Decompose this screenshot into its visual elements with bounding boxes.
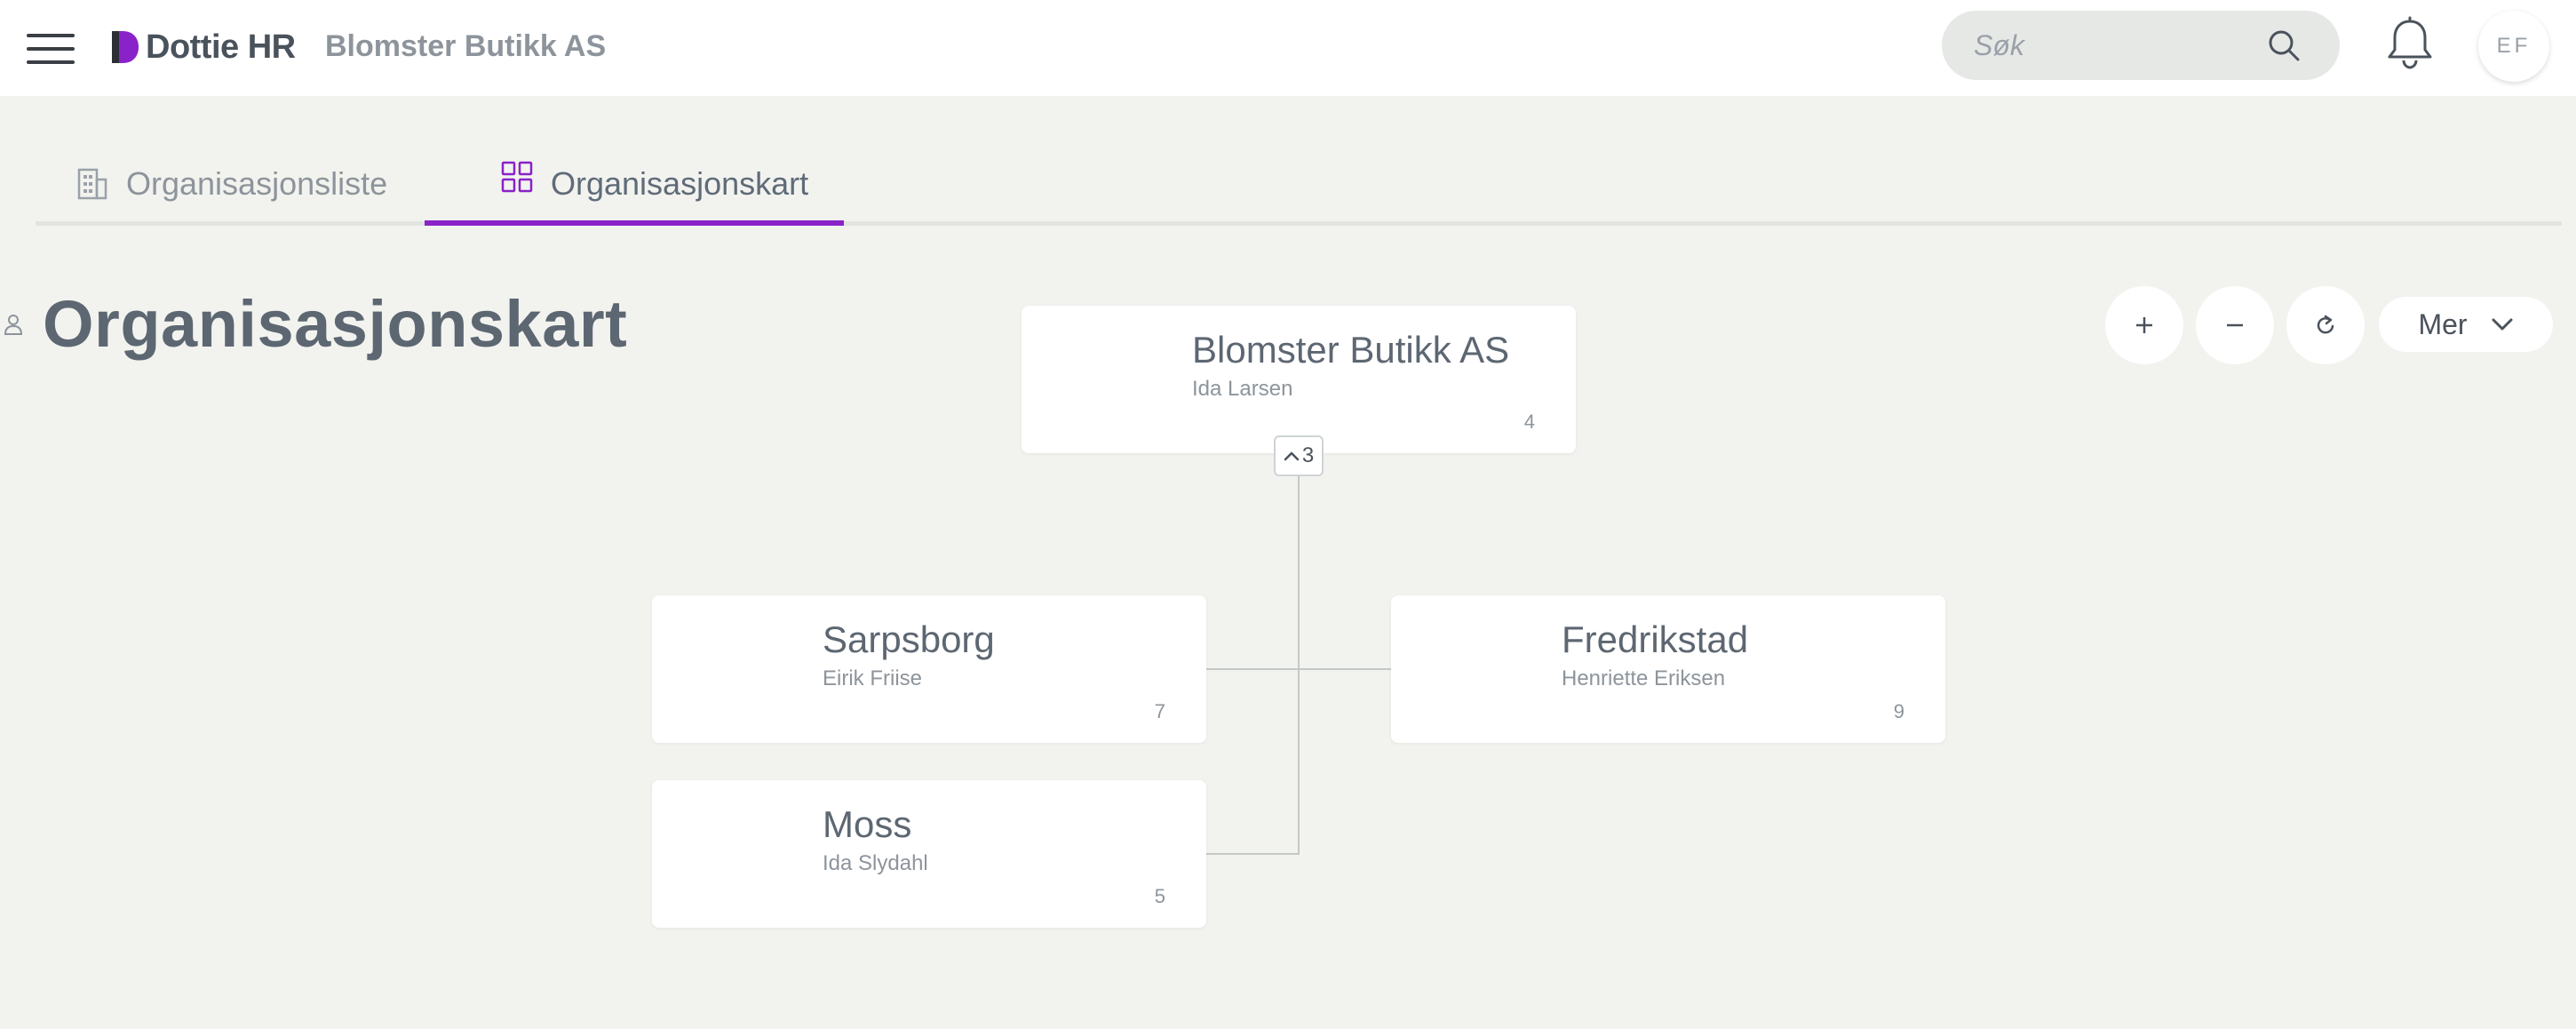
search-icon[interactable] — [2267, 28, 2301, 62]
tab-bar: Organisasjonsliste Organisasjonskart — [36, 142, 2562, 226]
dottie-logo-icon — [112, 31, 139, 63]
active-tab-indicator — [425, 220, 844, 226]
menu-icon[interactable] — [27, 32, 75, 66]
chevron-down-icon — [2492, 318, 2513, 331]
tab-bar-divider — [36, 221, 2562, 226]
node-name: Blomster Butikk AS — [1192, 329, 1510, 371]
node-name: Moss — [823, 803, 912, 845]
org-node-fredrikstad[interactable]: Fredrikstad Henriette Eriksen 9 — [1391, 595, 1945, 743]
search-input[interactable] — [1974, 28, 2267, 62]
node-manager: Ida Slydahl — [823, 851, 928, 875]
node-name: Fredrikstad — [1562, 618, 1749, 660]
page-title: Organisasjonskart — [43, 287, 628, 361]
user-avatar[interactable]: EF — [2478, 11, 2549, 82]
node-employee-count: 4 — [1523, 411, 1535, 433]
org-node-moss[interactable]: Moss Ida Slydahl 5 — [652, 780, 1206, 928]
zoom-out-button[interactable] — [2196, 286, 2274, 364]
chevron-up-icon — [1284, 451, 1300, 461]
node-employee-count: 5 — [1154, 885, 1165, 907]
node-name: Sarpsborg — [823, 618, 995, 660]
node-manager: Eirik Friise — [823, 666, 922, 690]
collapse-children-button[interactable]: 3 — [1274, 435, 1324, 476]
grid-icon — [501, 161, 533, 193]
company-name: Blomster Butikk AS — [325, 29, 607, 63]
tab-label: Organisasjonsliste — [126, 165, 388, 202]
children-count: 3 — [1301, 443, 1315, 467]
zoom-in-button[interactable] — [2105, 286, 2183, 364]
node-manager: Henriette Eriksen — [1562, 666, 1726, 690]
tab-organisasjonsliste[interactable]: Organisasjonsliste — [76, 142, 387, 226]
top-bar: Dottie HR Blomster Butikk AS EF — [0, 0, 2576, 96]
org-node-root[interactable]: Blomster Butikk AS Ida Larsen 4 — [1022, 306, 1576, 453]
minus-icon — [2227, 323, 2243, 327]
plus-icon — [2136, 317, 2152, 333]
org-node-sarpsborg[interactable]: Sarpsborg Eirik Friise 7 — [652, 595, 1206, 743]
more-label: Mer — [2418, 307, 2468, 340]
tab-organisasjonskart[interactable]: Organisasjonskart — [425, 142, 844, 226]
brand-name: Dottie HR — [146, 28, 296, 66]
logo[interactable]: Dottie HR — [110, 27, 296, 68]
tab-label: Organisasjonskart — [551, 165, 809, 202]
node-manager: Ida Larsen — [1192, 377, 1293, 401]
person-icon — [4, 315, 23, 335]
node-employee-count: 9 — [1893, 700, 1904, 722]
reset-view-button[interactable] — [2286, 286, 2365, 364]
refresh-icon — [2317, 315, 2334, 334]
more-dropdown-button[interactable]: Mer — [2379, 297, 2553, 352]
notification-bell-icon[interactable] — [2384, 16, 2436, 71]
search-box — [1942, 11, 2340, 80]
building-icon — [77, 168, 107, 200]
node-employee-count: 7 — [1154, 700, 1165, 722]
